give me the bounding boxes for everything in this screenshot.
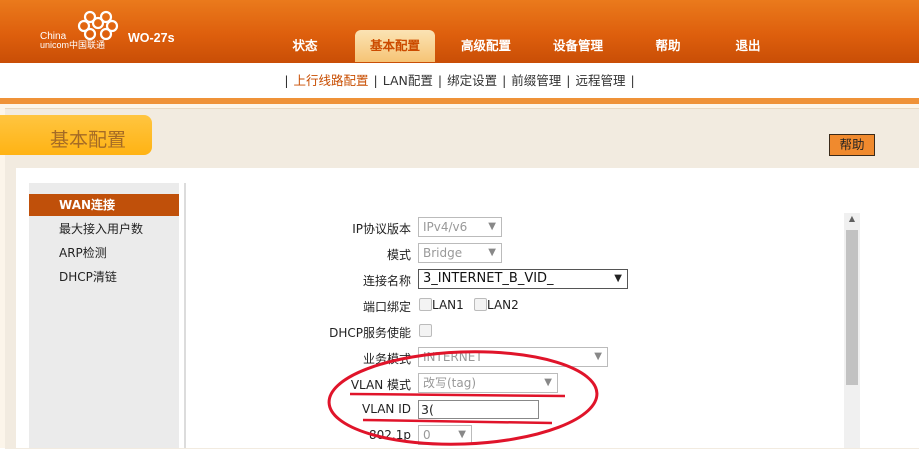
- lan1-checkbox[interactable]: [419, 298, 432, 311]
- dot1p-select[interactable]: 0 ▼: [418, 425, 472, 445]
- sub-nav: | 上行线路配置 | LAN配置 | 绑定设置 | 前缀管理 | 远程管理 |: [284, 73, 635, 88]
- side-item-label: WAN连接: [59, 198, 116, 212]
- dot1p-value: 0: [423, 428, 431, 442]
- panel-divider: [184, 183, 186, 448]
- main-nav: 状态 基本配置 高级配置 设备管理 帮助 退出: [0, 30, 919, 62]
- vlan-mode-label: VLAN 模式: [350, 378, 411, 392]
- mode-value: Bridge: [423, 246, 463, 260]
- side-item-label: DHCP清链: [59, 270, 117, 284]
- chevron-down-icon: ▼: [614, 273, 622, 284]
- side-item-max-users[interactable]: 最大接入用户数: [29, 218, 179, 240]
- side-item-label: 最大接入用户数: [59, 222, 144, 236]
- subnav-prefix-management[interactable]: 前缀管理: [511, 73, 561, 88]
- conn-name-select[interactable]: 3_INTERNET_B_VID_ ▼: [418, 269, 628, 289]
- subnav-lan-config[interactable]: LAN配置: [383, 73, 433, 88]
- page-title-tab: 基本配置: [0, 115, 152, 155]
- port-bind-label: 端口绑定: [362, 300, 411, 314]
- chevron-down-icon: ▼: [594, 351, 602, 362]
- vlan-id-label: VLAN ID: [362, 402, 411, 416]
- conn-name-value: 3_INTERNET_B_VID_: [423, 271, 554, 286]
- lan2-label: LAN2: [487, 298, 519, 312]
- lan2-checkbox[interactable]: [474, 298, 487, 311]
- page-title: 基本配置: [50, 129, 127, 151]
- scroll-up-arrow-icon[interactable]: ▲: [844, 214, 860, 228]
- side-item-dhcp-clear[interactable]: DHCP清链: [29, 266, 179, 288]
- side-item-wan[interactable]: WAN连接: [29, 194, 179, 216]
- lan1-label: LAN1: [432, 298, 464, 312]
- chevron-down-icon: ▼: [458, 429, 466, 440]
- conn-name-label: 连接名称: [362, 274, 411, 288]
- ip-version-label: IP协议版本: [352, 222, 411, 236]
- nav-advanced-config[interactable]: 高级配置: [456, 30, 516, 62]
- service-mode-label: 业务模式: [362, 352, 411, 366]
- help-button[interactable]: 帮助: [829, 134, 875, 156]
- vlan-mode-select[interactable]: 改写(tag) ▼: [418, 373, 558, 393]
- nav-device-management[interactable]: 设备管理: [548, 30, 608, 62]
- subnav-binding-settings[interactable]: 绑定设置: [447, 73, 497, 88]
- vlan-id-input[interactable]: 3(: [418, 400, 539, 419]
- mode-label: 模式: [386, 248, 411, 262]
- scrollbar-thumb[interactable]: [846, 230, 858, 385]
- mode-select[interactable]: Bridge ▼: [418, 243, 502, 263]
- chevron-down-icon: ▼: [488, 221, 496, 232]
- chevron-down-icon: ▼: [544, 377, 552, 388]
- service-mode-value: INTERNET: [423, 350, 483, 364]
- subnav-uplink-config[interactable]: 上行线路配置: [294, 73, 369, 88]
- subnav-remote-management[interactable]: 远程管理: [575, 73, 625, 88]
- nav-basic-config[interactable]: 基本配置: [355, 30, 435, 62]
- nav-status[interactable]: 状态: [283, 30, 327, 62]
- nav-logout[interactable]: 退出: [730, 30, 766, 62]
- dhcp-checkbox[interactable]: [419, 324, 432, 337]
- ip-version-select[interactable]: IPv4/v6 ▼: [418, 217, 502, 237]
- side-item-label: ARP检测: [59, 246, 107, 260]
- dot1p-label: 802.1p: [369, 428, 411, 442]
- side-item-arp-detect[interactable]: ARP检测: [29, 242, 179, 264]
- vlan-mode-value: 改写(tag): [423, 376, 477, 390]
- ip-version-value: IPv4/v6: [423, 220, 468, 234]
- nav-help[interactable]: 帮助: [650, 30, 686, 62]
- dhcp-label: DHCP服务使能: [329, 326, 411, 340]
- service-mode-select[interactable]: INTERNET ▼: [418, 347, 608, 367]
- chevron-down-icon: ▼: [488, 247, 496, 258]
